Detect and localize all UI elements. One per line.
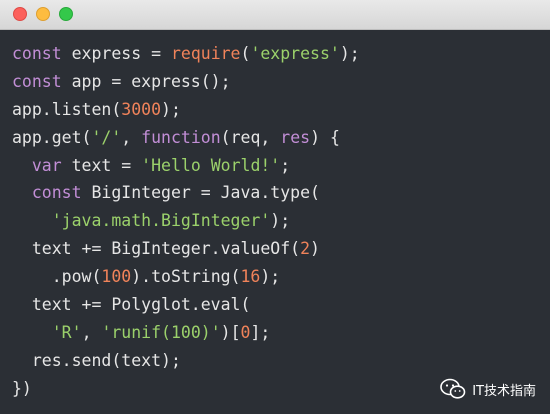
code-text: app.listen( — [12, 99, 122, 119]
function-token: require — [170, 44, 241, 63]
code-line: app.listen(3000); — [12, 96, 360, 124]
watermark: IT技术指南 — [440, 378, 536, 400]
keyword-token: var — [31, 155, 62, 175]
code-text: BigInteger = Java.type( — [81, 183, 320, 203]
wechat-icon — [440, 378, 466, 399]
code-line: text += Polyglot.eval( — [12, 291, 360, 319]
string-token: 'runif(100)' — [101, 322, 221, 342]
code-text: ); — [260, 267, 281, 287]
number-token: 16 — [240, 267, 261, 287]
code-text: ); — [270, 211, 291, 231]
code-text: app.get( — [12, 127, 92, 147]
code-text: ).toString( — [131, 267, 241, 287]
code-text: res.send(text); — [12, 350, 181, 370]
code-line: 'R', 'runif(100)')[0]; — [12, 319, 360, 347]
code-text: , — [81, 322, 102, 342]
code-text: ; — [280, 155, 291, 175]
close-icon[interactable] — [13, 7, 27, 21]
string-token: 'R' — [51, 322, 82, 342]
code-line: }) — [12, 375, 360, 403]
code-text: ]; — [250, 322, 271, 342]
code-text: express = — [61, 44, 171, 63]
string-token: 'Hello World!' — [141, 155, 281, 175]
code-line: const app = express(); — [12, 68, 360, 96]
number-token: 100 — [101, 267, 132, 287]
watermark-text: IT技术指南 — [472, 383, 536, 399]
string-token: 'express' — [250, 44, 340, 63]
string-token: 'java.math.BigInteger' — [51, 211, 271, 231]
code-text: ); — [161, 99, 181, 119]
code-text: ); — [339, 44, 360, 63]
code-text: .pow( — [12, 267, 102, 287]
code-text: , — [121, 127, 142, 147]
number-token: 3000 — [121, 99, 162, 119]
minimize-icon[interactable] — [36, 7, 50, 21]
code-text: app = express(); — [61, 71, 231, 91]
code-text: text += Polyglot.eval( — [12, 295, 251, 315]
keyword-token: const — [31, 183, 82, 203]
maximize-icon[interactable] — [59, 7, 73, 21]
keyword-token: const — [12, 71, 62, 91]
code-text: ) — [310, 239, 320, 259]
code-line: app.get('/', function(req, res) { — [12, 124, 360, 152]
code-line: .pow(100).toString(16); — [12, 263, 360, 291]
code-line: res.send(text); — [12, 347, 360, 375]
keyword-token: res — [280, 127, 311, 147]
keyword-token: function — [141, 127, 221, 147]
code-text: (req, — [220, 127, 281, 147]
code-text: text = — [61, 155, 142, 175]
code-block: const express = require('express'); const… — [12, 40, 360, 403]
string-token: '/' — [91, 127, 122, 147]
code-text: text += BigInteger.valueOf( — [12, 239, 301, 259]
code-line: const BigInteger = Java.type( — [12, 179, 360, 207]
code-text: )[ — [220, 322, 241, 342]
window-titlebar — [0, 0, 550, 30]
keyword-token: const — [12, 44, 62, 63]
code-window: const express = require('express'); const… — [0, 0, 550, 414]
code-text: ) { — [310, 127, 340, 147]
code-line: const express = require('express'); — [12, 40, 360, 68]
number-token: 2 — [300, 239, 311, 259]
code-line: text += BigInteger.valueOf(2) — [12, 235, 360, 263]
code-line: var text = 'Hello World!'; — [12, 152, 360, 180]
code-text: ( — [240, 44, 251, 63]
code-line: 'java.math.BigInteger'); — [12, 207, 360, 235]
number-token: 0 — [240, 322, 251, 342]
code-text: }) — [12, 378, 32, 398]
